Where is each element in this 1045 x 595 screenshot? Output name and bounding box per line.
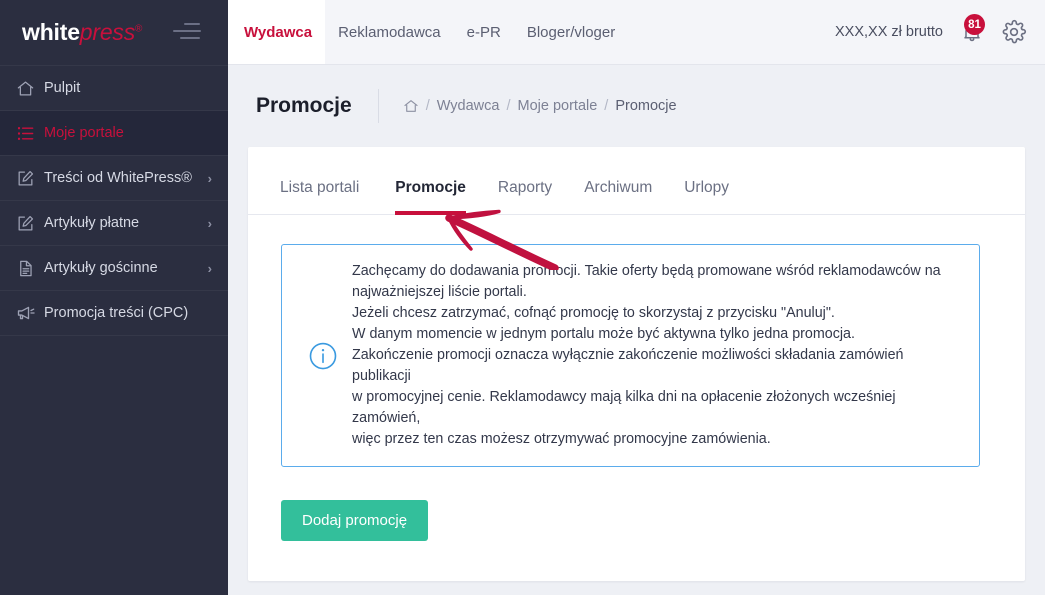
sidebar-item-label: Artykuły płatne — [44, 215, 140, 231]
notification-badge: 81 — [964, 14, 985, 35]
topnav-item-reklamodawca[interactable]: Reklamodawca — [325, 0, 454, 64]
sidebar-item-label: Artykuły gościnne — [44, 260, 158, 276]
sidebar-item-tresci-od-whitepress[interactable]: Treści od WhitePress® › — [0, 156, 228, 201]
chevron-right-icon: › — [207, 260, 212, 276]
document-icon — [16, 259, 44, 278]
home-icon — [16, 79, 44, 98]
tab-archiwum[interactable]: Archiwum — [568, 179, 668, 214]
page-title: Promocje — [256, 94, 352, 117]
list-icon — [16, 124, 44, 143]
tab-urlopy[interactable]: Urlopy — [668, 179, 745, 214]
breadcrumb-separator: / — [425, 98, 430, 114]
info-banner: Zachęcamy do dodawania promocji. Takie o… — [281, 244, 980, 467]
megaphone-icon — [16, 303, 44, 323]
app-root: whitepress® Pulpit Moje portale Treści o… — [0, 0, 1045, 595]
topnav-label: e-PR — [466, 23, 501, 41]
page-header: Promocje / Wydawca / Moje portale / Prom… — [228, 65, 1045, 147]
logo-part-press: press — [79, 19, 136, 45]
hamburger-icon[interactable] — [172, 22, 202, 40]
chevron-right-icon: › — [207, 215, 212, 231]
hamburger-line-3 — [180, 37, 200, 39]
info-line: w promocyjnej cenie. Reklamodawcy mają k… — [352, 389, 896, 426]
info-line: więc przez ten czas możesz otrzymywać pr… — [352, 431, 771, 447]
tab-label: Raporty — [497, 179, 553, 196]
sidebar-nav: Pulpit Moje portale Treści od WhitePress… — [0, 65, 228, 336]
gear-icon — [1002, 19, 1027, 44]
tab-label: Lista portali — [280, 179, 360, 196]
topnav-label: Bloger/vloger — [526, 23, 616, 41]
edit-square-icon — [16, 214, 44, 233]
breadcrumb-separator: / — [604, 98, 609, 114]
info-line: Zakończenie promocji oznacza wyłącznie z… — [352, 347, 904, 384]
sidebar: whitepress® Pulpit Moje portale Treści o… — [0, 0, 228, 595]
tab-label: Urlopy — [684, 179, 730, 196]
edit-square-icon — [16, 169, 44, 188]
sidebar-item-moje-portale[interactable]: Moje portale — [0, 111, 228, 156]
tab-lista-portali[interactable]: Lista portali — [280, 179, 375, 214]
sidebar-item-label: Treści od WhitePress® — [44, 170, 192, 186]
breadcrumb: / Wydawca / Moje portale / Promocje — [403, 98, 677, 114]
breadcrumb-item-promocje: Promocje — [615, 98, 677, 114]
logo-part-white: white — [22, 19, 80, 45]
sidebar-item-pulpit[interactable]: Pulpit — [0, 66, 228, 111]
breadcrumb-item-moje-portale[interactable]: Moje portale — [518, 98, 598, 114]
tab-label: Promocje — [395, 179, 466, 196]
sidebar-item-artykuly-goscinne[interactable]: Artykuły gościnne › — [0, 246, 228, 291]
tab-label: Archiwum — [584, 179, 653, 196]
whitepress-logo[interactable]: whitepress® — [22, 21, 142, 44]
tab-promocje[interactable]: Promocje — [379, 179, 482, 215]
breadcrumb-separator: / — [506, 98, 511, 114]
tab-bar: Lista portali Promocje Raporty Archiwum … — [248, 147, 1025, 215]
topnav-label: Wydawca — [244, 23, 313, 41]
sidebar-item-label: Pulpit — [44, 80, 81, 96]
hamburger-line-1 — [184, 23, 200, 25]
header-divider — [377, 89, 379, 123]
topbar-right: XXX,XX zł brutto 81 — [835, 0, 1045, 64]
main-area: Wydawca Reklamodawca e-PR Bloger/vloger … — [228, 0, 1045, 595]
tab-raporty[interactable]: Raporty — [482, 179, 568, 214]
info-line: Zachęcamy do dodawania promocji. Takie o… — [352, 263, 941, 279]
breadcrumb-home-icon[interactable] — [403, 98, 419, 114]
topnav-item-wydawca[interactable]: Wydawca — [228, 0, 326, 64]
info-line: najważniejszej liście portali. — [352, 284, 527, 300]
topnav-item-e-pr[interactable]: e-PR — [454, 0, 514, 64]
topnav-item-bloger-vloger[interactable]: Bloger/vloger — [514, 0, 628, 64]
topbar-nav: Wydawca Reklamodawca e-PR Bloger/vloger — [228, 0, 628, 64]
actions-row: Dodaj promocję — [248, 467, 1025, 541]
breadcrumb-item-wydawca[interactable]: Wydawca — [437, 98, 500, 114]
content-card: Lista portali Promocje Raporty Archiwum … — [248, 147, 1025, 581]
sidebar-brand-row: whitepress® — [0, 0, 228, 65]
info-line: Jeżeli chcesz zatrzymać, cofnąć promocję… — [352, 305, 835, 321]
chevron-right-icon: › — [207, 170, 212, 186]
hamburger-line-2 — [173, 30, 201, 32]
logo-trademark: ® — [135, 23, 143, 35]
sidebar-item-artykuly-platne[interactable]: Artykuły płatne › — [0, 201, 228, 246]
topnav-label: Reklamodawca — [338, 23, 441, 41]
sidebar-item-label: Promocja treści (CPC) — [44, 305, 189, 321]
add-promotion-button[interactable]: Dodaj promocję — [281, 500, 429, 541]
account-balance: XXX,XX zł brutto — [835, 24, 943, 40]
topbar: Wydawca Reklamodawca e-PR Bloger/vloger … — [228, 0, 1045, 65]
sidebar-item-promocja-tresci-cpc[interactable]: Promocja treści (CPC) — [0, 291, 228, 336]
settings-button[interactable] — [1001, 19, 1027, 45]
sidebar-item-label: Moje portale — [44, 125, 124, 141]
notifications-button[interactable]: 81 — [957, 14, 987, 49]
info-circle-icon — [294, 341, 352, 371]
info-banner-text: Zachęcamy do dodawania promocji. Takie o… — [352, 261, 961, 450]
info-line: W danym momencie w jednym portalu może b… — [352, 326, 855, 342]
